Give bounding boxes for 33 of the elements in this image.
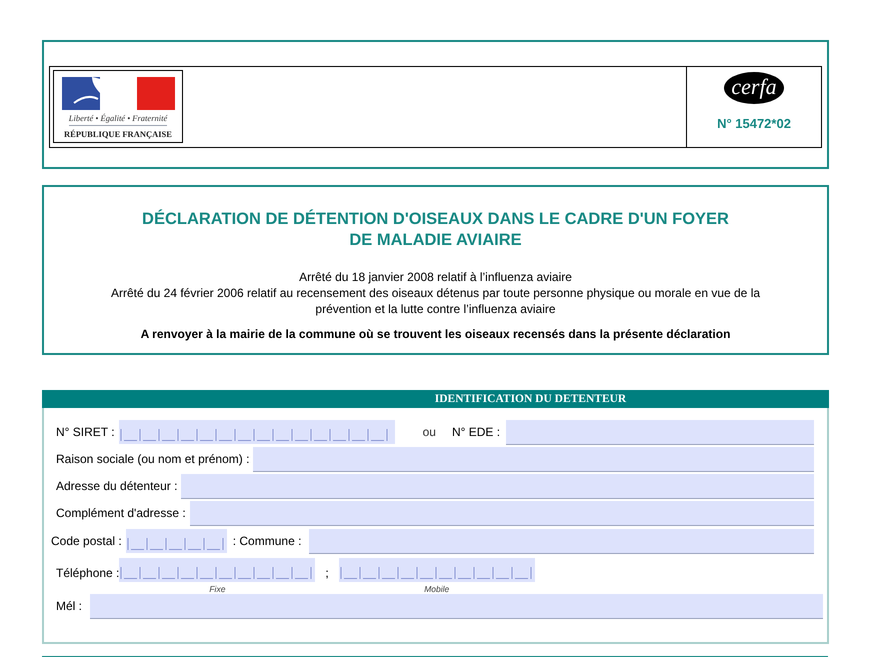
emblem-name: RÉPUBLIQUE FRANÇAISE — [64, 129, 172, 139]
field-caption: Fixe — [209, 584, 226, 594]
motto-text: Liberté • Égalité • Fraternité — [68, 113, 168, 126]
field-label: Raison sociale (ou nom et prénom) : — [56, 451, 250, 468]
input-field[interactable] — [506, 420, 814, 444]
phone-field[interactable] — [338, 558, 535, 582]
reference-text: Arrêté du 18 janvier 2008 relatif à l’influenza aviaire — [299, 269, 572, 285]
cerfa-logo: cerfa — [724, 72, 784, 104]
instruction-text: A renvoyer à la mairie de la commune où se trouvent les oiseaux recensés dans la présente déclaration — [140, 326, 730, 343]
input-field[interactable] — [190, 500, 814, 526]
field-label: N° SIRET : — [56, 424, 115, 441]
flag-icon — [62, 77, 174, 110]
section-header: IDENTIFICATION DU DETENTEUR — [42, 390, 829, 408]
phone-field[interactable] — [119, 558, 316, 582]
siret-field[interactable] — [118, 420, 395, 444]
form-title: DÉCLARATION DE DÉTENTION D'OISEAUX DANS LE CADRE D'UN FOYER DE MALADIE AVIAIRE — [142, 209, 729, 251]
input-field[interactable] — [309, 528, 814, 554]
separator-text: ; — [325, 565, 329, 582]
field-label: Mél : — [56, 598, 82, 615]
input-field[interactable] — [253, 446, 814, 472]
field-caption: Mobile — [424, 584, 450, 594]
field-label: Adresse du détenteur : — [56, 478, 178, 495]
form-number: N° 15472*02 — [717, 115, 791, 133]
postal-code-field[interactable] — [126, 529, 227, 553]
input-field[interactable] — [90, 594, 823, 618]
or-text: ou — [422, 424, 436, 441]
field-label: N° EDE : — [452, 424, 500, 441]
reference-text: Arrêté du 24 février 2006 relatif au recensement des oiseaux détenus par toute personne physique ou morale en vue de la prévention et la lutte contre l’influenza aviaire — [110, 285, 762, 317]
input-field[interactable] — [181, 474, 814, 498]
field-label: Code postal : — [51, 533, 122, 550]
field-label: : Commune : — [232, 533, 302, 550]
field-label: Téléphone : — [56, 565, 120, 582]
field-label: Complément d'adresse : — [56, 505, 186, 522]
